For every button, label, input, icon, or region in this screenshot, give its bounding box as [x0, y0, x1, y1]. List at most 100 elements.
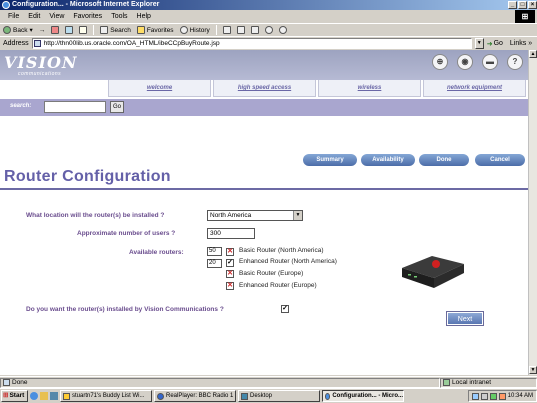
clock[interactable]: 10:34 AM	[508, 393, 533, 399]
close-button[interactable]: ×	[528, 1, 537, 9]
menu-tools[interactable]: Tools	[111, 13, 127, 20]
address-input[interactable]: http://thn00lib.us.oracle.com/OA_HTML/ib…	[31, 38, 472, 49]
address-bar: Address http://thn00lib.us.oracle.com/OA…	[0, 36, 537, 50]
next-button[interactable]: Next	[446, 311, 484, 326]
router-name: Basic Router (Europe)	[239, 270, 304, 277]
page-title: Router Configuration	[4, 168, 171, 185]
favorites-button[interactable]: Favorites	[136, 26, 174, 34]
search-icon	[100, 26, 109, 34]
window-title-bar[interactable]: Configuration... - Microsoft Internet Ex…	[0, 0, 537, 10]
menu-bar: File Edit View Favorites Tools Help	[0, 10, 537, 22]
router-qty-input[interactable]: 20	[207, 259, 222, 268]
chevron-down-icon: ▼	[293, 211, 302, 220]
users-input[interactable]: 300	[207, 228, 255, 239]
favorites-icon	[136, 26, 145, 34]
links-button[interactable]: Links »	[510, 40, 532, 47]
router-qty-input[interactable]: 50	[207, 247, 222, 256]
quicklaunch-desktop-icon[interactable]	[50, 392, 58, 400]
done-button[interactable]: Done	[419, 154, 469, 166]
status-text-panel: Done	[0, 377, 440, 388]
install-checkbox[interactable]: ✓	[281, 305, 289, 313]
search-input[interactable]	[44, 101, 106, 113]
address-dropdown-button[interactable]: ▼	[474, 38, 484, 49]
minimize-button[interactable]: _	[508, 1, 517, 9]
search-button[interactable]: Search	[100, 26, 131, 34]
users-question: Approximate number of users ?	[77, 230, 176, 237]
history-button[interactable]: History	[179, 26, 210, 34]
router-checkbox[interactable]: ✕	[226, 282, 234, 290]
tray-network-icon[interactable]	[471, 392, 479, 400]
mail-icon[interactable]	[222, 26, 231, 34]
buddy-list-icon	[63, 392, 70, 400]
availability-button[interactable]: Availability	[361, 154, 415, 166]
vision-logo[interactable]: VISION communications	[4, 53, 84, 79]
summary-button[interactable]: Summary	[303, 154, 357, 166]
router-checkbox[interactable]: ✕	[226, 270, 234, 278]
tray-messenger-icon[interactable]	[489, 392, 497, 400]
task-desktop[interactable]: Desktop	[238, 390, 320, 402]
print-icon[interactable]	[236, 26, 245, 34]
windows-logo-icon: ⊞	[515, 10, 535, 23]
intranet-icon	[443, 379, 450, 386]
quicklaunch-ie-icon[interactable]	[30, 392, 38, 400]
menu-edit[interactable]: Edit	[28, 13, 40, 20]
task-buddy-list[interactable]: stuartn71's Buddy List Wi...	[60, 390, 152, 402]
stop-icon[interactable]	[51, 26, 60, 34]
ie-task-icon	[325, 392, 331, 400]
back-arrow-icon	[3, 26, 11, 34]
system-tray: 10:34 AM	[467, 390, 537, 402]
zone-panel: Local intranet	[440, 377, 537, 388]
maximize-button[interactable]: □	[518, 1, 527, 9]
go-button[interactable]: ➜ Go	[487, 40, 503, 48]
router-checkbox[interactable]: ✓	[226, 259, 234, 267]
title-divider	[0, 188, 528, 190]
orders-icon[interactable]: ▬	[482, 54, 498, 70]
task-configuration[interactable]: Configuration... - Micro...	[322, 390, 404, 402]
toolbar: Back ▾ → Search Favorites History	[0, 23, 537, 36]
discuss-icon[interactable]	[264, 26, 273, 34]
router-name: Enhanced Router (Europe)	[239, 282, 317, 289]
edit-icon[interactable]	[250, 26, 259, 34]
tray-volume-icon[interactable]	[480, 392, 488, 400]
home-icon[interactable]	[79, 26, 88, 34]
cart-icon[interactable]: ⊕	[432, 54, 448, 70]
router-image	[402, 256, 464, 288]
nav-welcome[interactable]: welcome	[108, 80, 211, 97]
browser-viewport: VISION communications ⊕ ◉ ▬ ? welcome hi…	[0, 50, 528, 375]
location-select[interactable]: North America ▼	[207, 210, 303, 221]
tray-app-icon[interactable]	[498, 392, 506, 400]
toolbar-separator	[215, 25, 217, 35]
router-checkbox[interactable]: ✕	[226, 248, 234, 256]
messenger-icon[interactable]	[278, 26, 287, 34]
search-go-button[interactable]: Go	[110, 101, 124, 113]
scroll-down-icon[interactable]: ▼	[529, 366, 537, 374]
menu-file[interactable]: File	[8, 13, 19, 20]
taskbar: ⊞ Start stuartn71's Buddy List Wi... Rea…	[0, 388, 537, 403]
realplayer-icon	[157, 392, 164, 400]
status-bar: Done Local intranet	[0, 376, 537, 388]
vertical-scrollbar[interactable]: ▲ ▼	[528, 50, 537, 375]
go-arrow-icon: ➜	[486, 40, 493, 48]
menu-help[interactable]: Help	[137, 13, 151, 20]
menu-view[interactable]: View	[49, 13, 64, 20]
help-icon[interactable]: ?	[507, 54, 523, 70]
nav-wireless[interactable]: wireless	[318, 80, 421, 97]
refresh-icon[interactable]	[65, 26, 74, 34]
start-button[interactable]: ⊞ Start	[1, 390, 28, 402]
scroll-up-icon[interactable]: ▲	[529, 50, 537, 58]
available-routers-label: Available routers:	[129, 249, 184, 256]
profile-icon[interactable]: ◉	[457, 54, 473, 70]
task-realplayer[interactable]: RealPlayer: BBC Radio 1	[154, 390, 236, 402]
ie-icon	[2, 1, 10, 9]
nav-high-speed-access[interactable]: high speed access	[213, 80, 316, 97]
window-title: Configuration... - Microsoft Internet Ex…	[12, 1, 160, 8]
address-label: Address	[3, 40, 29, 47]
install-question: Do you want the router(s) installed by V…	[26, 306, 224, 313]
back-button[interactable]: Back ▾	[3, 26, 33, 34]
nav-network-equipment[interactable]: network equipment	[423, 80, 526, 97]
forward-button[interactable]: →	[39, 27, 46, 34]
quicklaunch-outlook-icon[interactable]	[40, 392, 48, 400]
cancel-button[interactable]: Cancel	[475, 154, 525, 166]
menu-favorites[interactable]: Favorites	[73, 13, 102, 20]
address-url: http://thn00lib.us.oracle.com/OA_HTML/ib…	[43, 40, 220, 47]
